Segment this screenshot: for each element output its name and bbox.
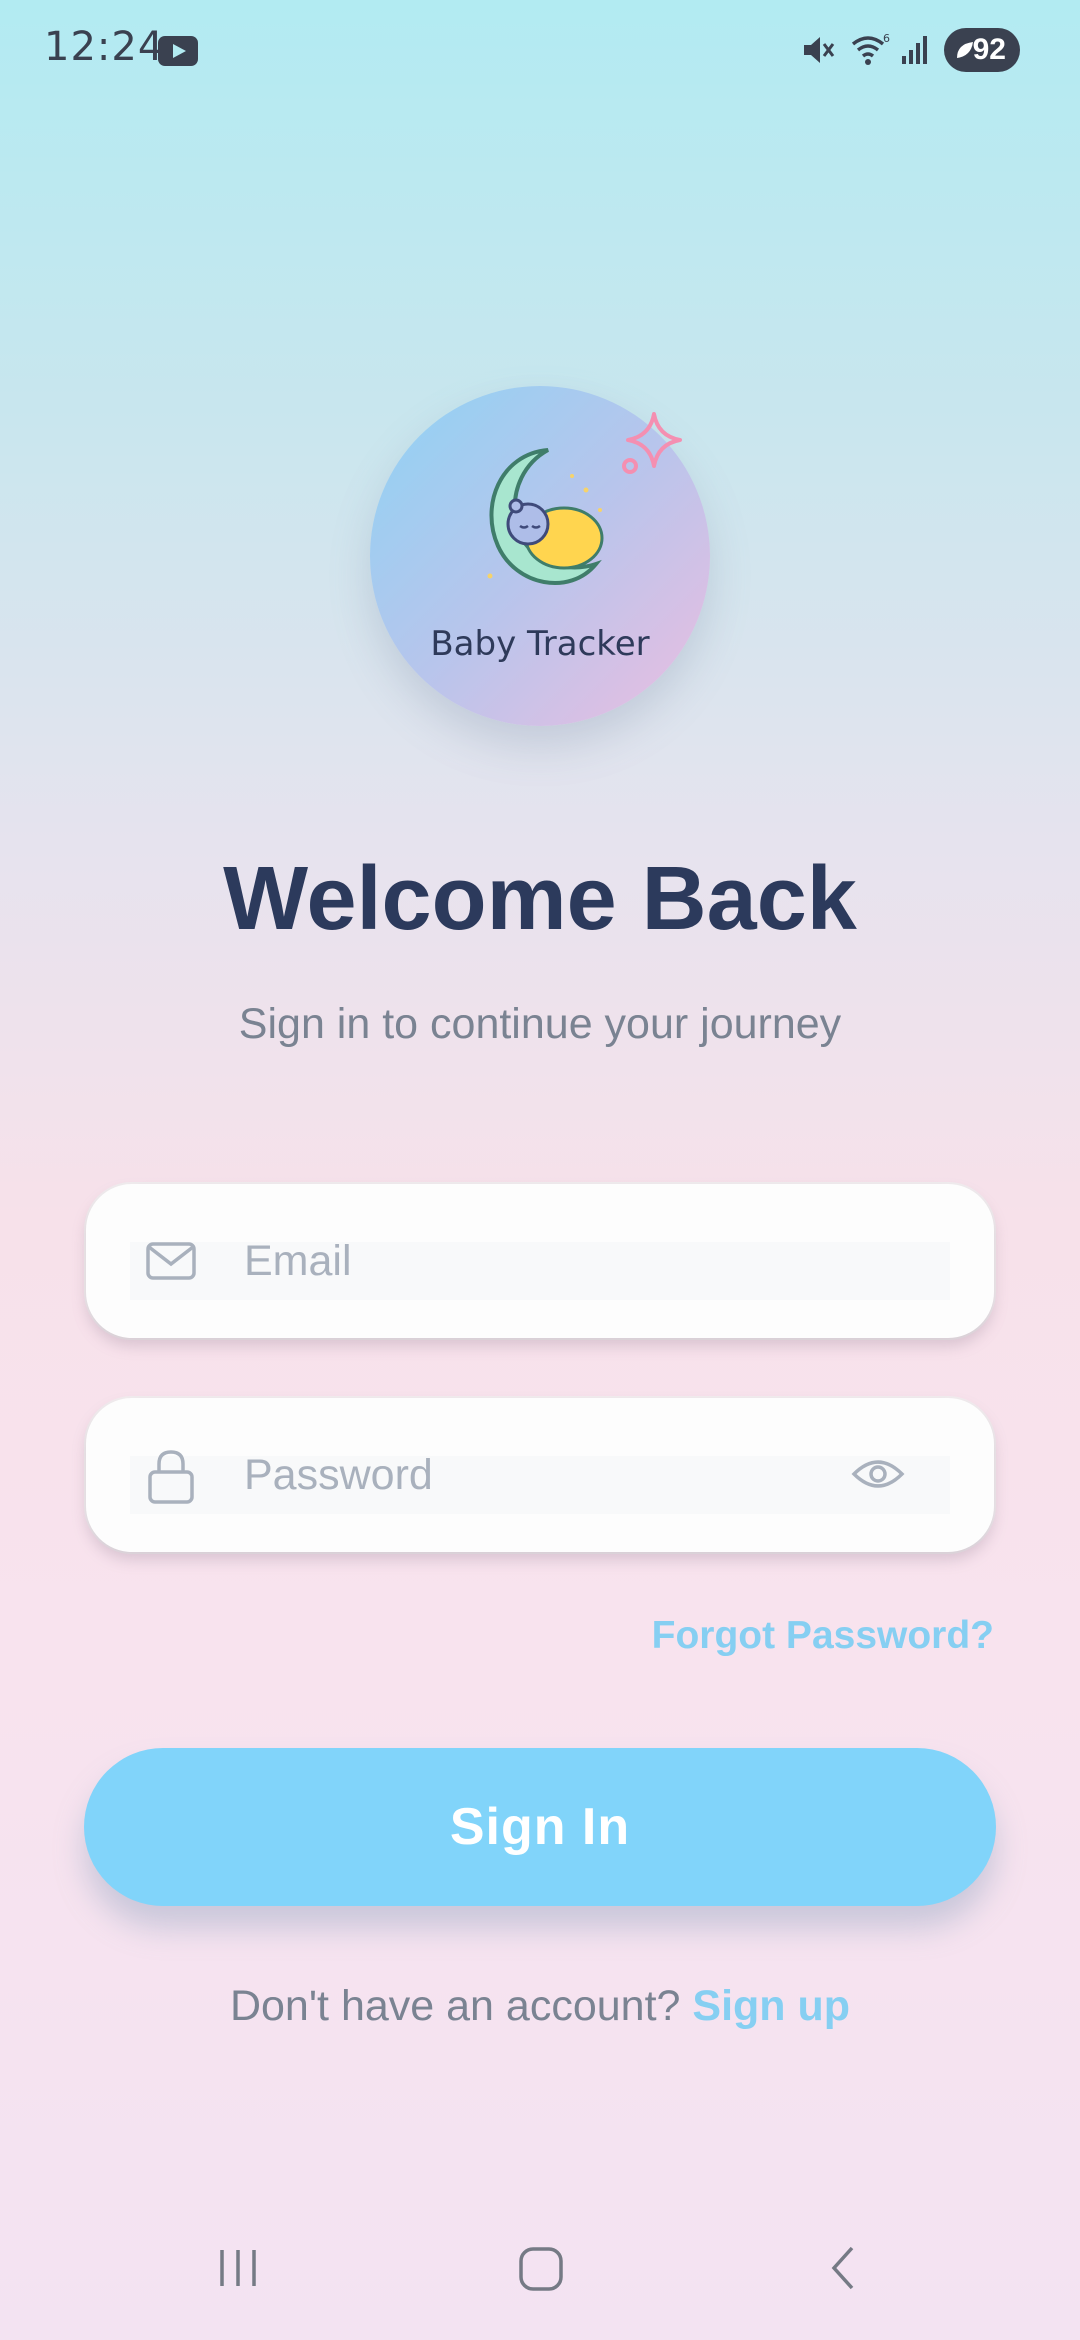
email-field[interactable]	[86, 1184, 994, 1338]
sign-in-button[interactable]: Sign In	[84, 1748, 996, 1906]
recent-apps-icon[interactable]	[216, 2246, 260, 2290]
battery-saver-icon	[957, 42, 973, 58]
sign-in-label: Sign In	[449, 1798, 631, 1856]
signup-prompt: Don't have an account?	[229, 1982, 681, 2030]
logo-name: Baby Tracker	[430, 624, 650, 664]
password-input[interactable]	[244, 1440, 804, 1510]
page-title: Welcome Back	[223, 849, 857, 949]
page-subtitle: Sign in to continue your journey	[238, 1000, 842, 1048]
eye-icon[interactable]	[850, 1448, 906, 1500]
home-icon[interactable]	[518, 2246, 564, 2292]
back-icon[interactable]	[828, 2244, 858, 2292]
sign-up-link[interactable]: Sign up	[692, 1982, 850, 2030]
password-field[interactable]	[86, 1398, 994, 1552]
status-time: 12:24	[44, 24, 165, 70]
signup-row: Don't have an account? Sign up	[0, 1982, 1080, 2031]
sparkle-icon	[622, 412, 682, 474]
wifi-icon: 6	[851, 32, 890, 65]
battery-level: 92	[972, 33, 1006, 66]
email-input[interactable]	[244, 1226, 804, 1296]
battery-indicator: 92	[944, 28, 1020, 72]
lock-icon	[148, 1450, 194, 1504]
signal-icon	[902, 36, 927, 64]
forgot-password-link[interactable]: Forgot Password?	[652, 1614, 994, 1658]
svg-text:6: 6	[883, 32, 890, 45]
mute-icon	[804, 37, 835, 63]
mail-icon	[146, 1242, 196, 1280]
baby-moon-icon	[487, 448, 604, 585]
status-bar: 12:24 6 92	[0, 0, 1080, 100]
youtube-icon	[158, 36, 198, 66]
